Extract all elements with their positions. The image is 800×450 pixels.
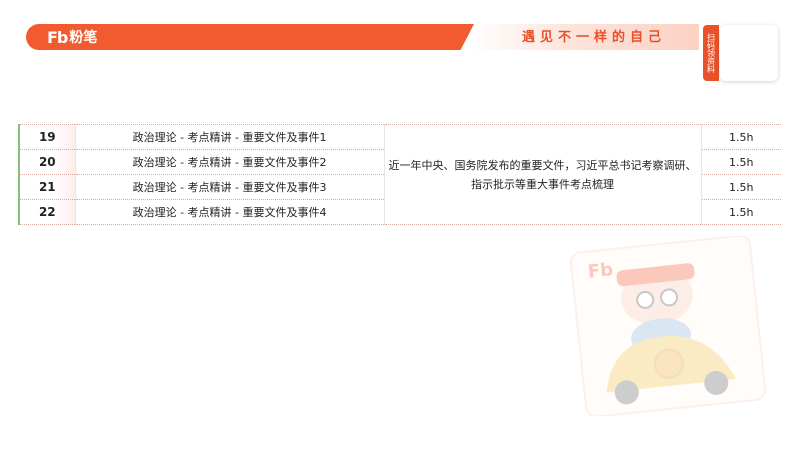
course-table: 19 政治理论 - 考点精讲 - 重要文件及事件1 近一年中央、国务院发布的重要…	[18, 124, 781, 225]
mascot-eye-left	[636, 290, 655, 309]
row-duration: 1.5h	[700, 199, 781, 225]
qr-tag: 扫码领资料	[703, 25, 719, 81]
row-duration: 1.5h	[700, 124, 781, 150]
slogan-text: 遇见不一样的自己	[522, 30, 667, 45]
row-title: 政治理论 - 考点精讲 - 重要文件及事件4	[74, 199, 385, 225]
row-number: 19	[18, 124, 76, 150]
row-number: 20	[18, 149, 76, 175]
row-number: 21	[18, 174, 76, 200]
logo-name: 粉笔	[69, 30, 98, 46]
row-duration: 1.5h	[700, 149, 781, 175]
qr-code-box[interactable]	[720, 25, 778, 81]
row-title: 政治理论 - 考点精讲 - 重要文件及事件2	[74, 149, 385, 175]
row-duration: 1.5h	[700, 174, 781, 200]
brand-logo[interactable]: Fb 粉笔	[47, 27, 97, 47]
mascot-logo-icon: Fb	[587, 259, 614, 283]
row-title: 政治理论 - 考点精讲 - 重要文件及事件3	[74, 174, 385, 200]
table-row: 19 政治理论 - 考点精讲 - 重要文件及事件1 近一年中央、国务院发布的重要…	[18, 124, 781, 225]
mascot-watermark: Fb	[569, 236, 767, 416]
row-description: 近一年中央、国务院发布的重要文件，习近平总书记考察调研、指示批示等重大事件考点梳…	[383, 124, 702, 225]
logo-mark: Fb	[47, 27, 68, 47]
row-number: 22	[18, 199, 76, 225]
mascot-eye-right	[660, 288, 679, 307]
row-title: 政治理论 - 考点精讲 - 重要文件及事件1	[74, 124, 385, 150]
